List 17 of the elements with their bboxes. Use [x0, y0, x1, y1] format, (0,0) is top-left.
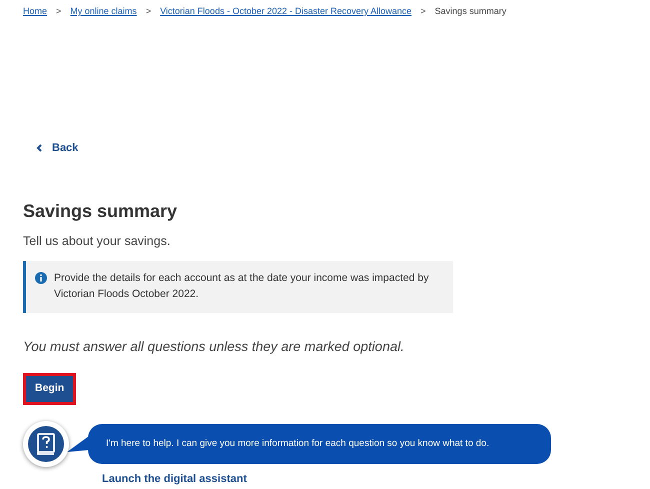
- info-text: Provide the details for each account as at the date your income was impacted by Victorian Floods October 2022.: [54, 270, 430, 302]
- chevron-left-icon: [36, 144, 42, 152]
- breadcrumb-separator: >: [420, 5, 426, 18]
- launch-assistant-link[interactable]: Launch the digital assistant: [102, 471, 247, 488]
- begin-button[interactable]: Begin: [23, 373, 76, 405]
- breadcrumb-separator: >: [56, 5, 62, 18]
- back-link[interactable]: Back: [36, 140, 78, 156]
- intro-text: Tell us about your savings.: [23, 233, 172, 250]
- breadcrumb-separator: >: [146, 5, 152, 18]
- info-icon: [35, 272, 47, 284]
- assistant-message: I'm here to help. I can give you more information for each question so you know what to do.: [88, 424, 551, 464]
- instruction-text: You must answer all questions unless they are marked optional.: [23, 338, 406, 356]
- breadcrumb-link[interactable]: Victorian Floods - October 2022 - Disaster Recovery Allowance: [160, 5, 412, 18]
- page-heading: Savings summary: [23, 200, 178, 222]
- breadcrumb-link[interactable]: My online claims: [70, 5, 137, 18]
- breadcrumb-current: Savings summary: [434, 5, 506, 18]
- breadcrumb-link[interactable]: Home: [23, 5, 48, 18]
